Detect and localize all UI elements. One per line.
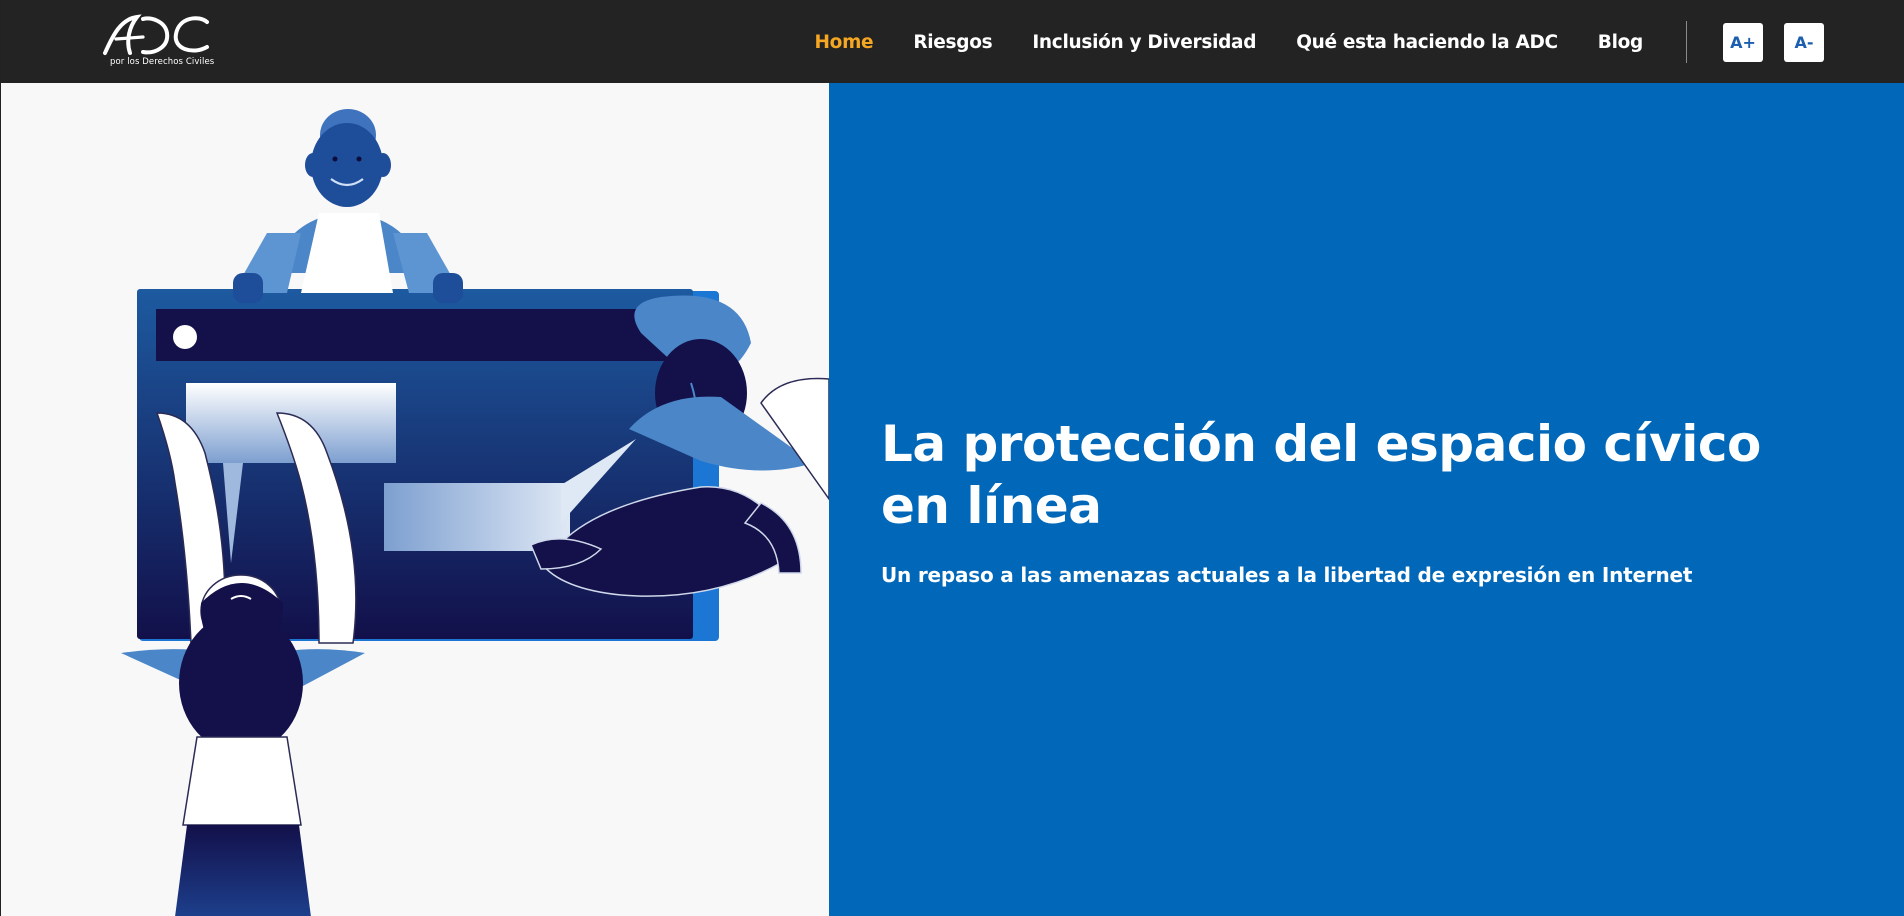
- hero-title: La protección del espacio cívico en líne…: [881, 415, 1761, 535]
- nav-blog[interactable]: Blog: [1598, 32, 1644, 53]
- nav-divider: [1686, 21, 1687, 63]
- top-navigation-bar: por los Derechos Civiles Home Riesgos In…: [1, 1, 1904, 83]
- font-decrease-button[interactable]: A-: [1784, 23, 1824, 62]
- main-nav: Home Riesgos Inclusión y Diversidad Qué …: [814, 1, 1643, 83]
- nav-home[interactable]: Home: [814, 32, 873, 53]
- nav-inclusion-diversidad[interactable]: Inclusión y Diversidad: [1032, 32, 1256, 53]
- nav-riesgos[interactable]: Riesgos: [913, 32, 992, 53]
- hero-subtitle: Un repaso a las amenazas actuales a la l…: [881, 563, 1693, 587]
- hero-text-panel: La protección del espacio cívico en líne…: [829, 83, 1904, 916]
- nav-que-esta-haciendo-adc[interactable]: Qué esta haciendo la ADC: [1296, 32, 1558, 53]
- adc-logo-icon: [103, 14, 209, 55]
- logo-tagline: por los Derechos Civiles: [110, 57, 215, 67]
- hero-illustration-panel: [1, 83, 829, 916]
- people-with-screen-illustration: [121, 109, 829, 916]
- page: por los Derechos Civiles Home Riesgos In…: [0, 0, 1904, 916]
- font-increase-button[interactable]: A+: [1723, 23, 1763, 62]
- adc-logo-link[interactable]: por los Derechos Civiles: [99, 13, 215, 71]
